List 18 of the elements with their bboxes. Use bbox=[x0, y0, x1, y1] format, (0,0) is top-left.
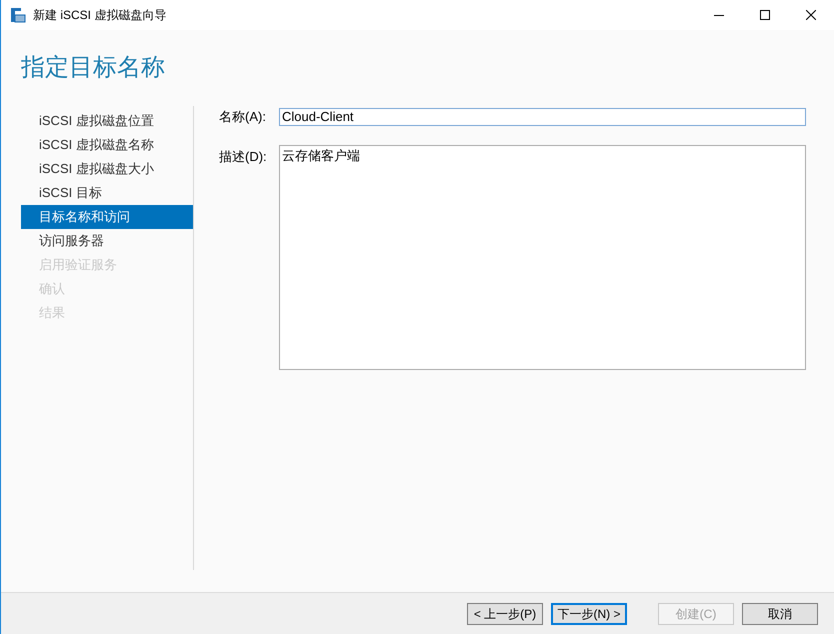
close-icon bbox=[806, 10, 816, 20]
wizard-step[interactable]: iSCSI 虚拟磁盘名称 bbox=[21, 133, 193, 157]
description-input[interactable]: 云存储客户端 bbox=[279, 144, 806, 370]
name-label: 名称(A): bbox=[219, 108, 267, 126]
wizard-step[interactable]: iSCSI 目标 bbox=[21, 181, 193, 205]
wizard-step[interactable]: 访问服务器 bbox=[21, 229, 193, 253]
window-title: 新建 iSCSI 虚拟磁盘向导 bbox=[33, 7, 166, 24]
description-label: 描述(D): bbox=[219, 148, 268, 166]
wizard-button[interactable]: 取消 bbox=[742, 602, 818, 624]
wizard-app-icon bbox=[10, 7, 26, 23]
wizard-button[interactable]: 下一步(N) > bbox=[551, 602, 627, 624]
wizard-button[interactable]: < 上一步(P) bbox=[467, 602, 543, 624]
page-heading: 指定目标名称 bbox=[21, 53, 166, 83]
wizard-step[interactable]: 目标名称和访问 bbox=[21, 205, 193, 229]
maximize-icon bbox=[760, 10, 770, 20]
wizard-step[interactable]: iSCSI 虚拟磁盘大小 bbox=[21, 157, 193, 181]
wizard-step[interactable]: iSCSI 虚拟磁盘位置 bbox=[21, 109, 193, 133]
name-input[interactable]: Cloud-Client bbox=[279, 108, 806, 126]
